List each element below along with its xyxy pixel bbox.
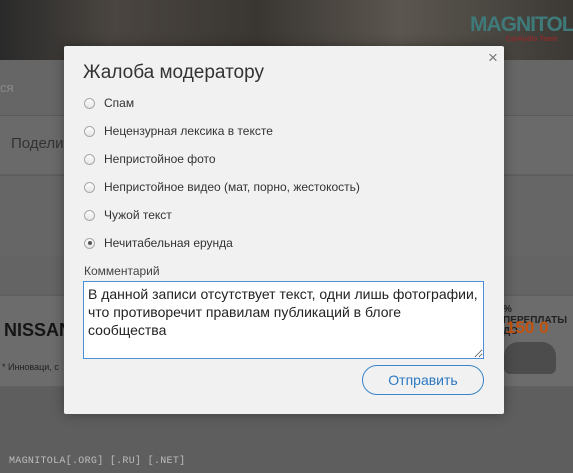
comment-label: Комментарий [84,264,160,278]
ad-price: 150 0 [506,318,549,337]
option-obscene-photo[interactable]: Непристойное фото [84,150,216,168]
search-placeholder-fragment: ся [0,80,14,95]
ad-footnote: * Инноваци, с [2,362,59,372]
option-label: Непристойное фото [104,152,216,166]
option-label: Нечитабельная ерунда [104,236,233,250]
option-label: Нецензурная лексика в тексте [104,124,273,138]
share-label-fragment: Поделит [11,135,71,152]
option-nonsense[interactable]: Нечитабельная ерунда [84,234,233,252]
option-spam[interactable]: Спам [84,94,134,112]
radio-button[interactable] [84,125,95,137]
radio-button[interactable] [84,181,95,193]
radio-button[interactable] [84,153,95,165]
option-profanity[interactable]: Нецензурная лексика в тексте [84,122,273,140]
option-label: Чужой текст [104,208,172,222]
radio-button[interactable] [84,209,95,221]
option-label: Спам [104,96,135,110]
modal-title: Жалоба модератору [83,62,264,83]
report-modal: × Жалоба модератору Спам Нецензурная лек… [64,46,504,414]
close-icon[interactable]: × [485,49,501,67]
option-plagiarism[interactable]: Чужой текст [84,206,172,224]
submit-button[interactable]: Отправить [362,365,484,395]
site-footer: MAGNITOLA[.ORG] [.RU] [.NET] [9,456,186,467]
radio-button-selected[interactable] [84,237,95,249]
option-label: Непристойное видео (мат, порно, жестокос… [104,180,360,194]
radio-button[interactable] [84,97,95,109]
ad-brand: NISSAN [4,320,73,340]
comment-textarea[interactable]: В данной записи отсутствует текст, одни … [83,281,484,359]
option-obscene-video[interactable]: Непристойное видео (мат, порно, жестокос… [84,178,360,196]
car-image [504,342,556,374]
